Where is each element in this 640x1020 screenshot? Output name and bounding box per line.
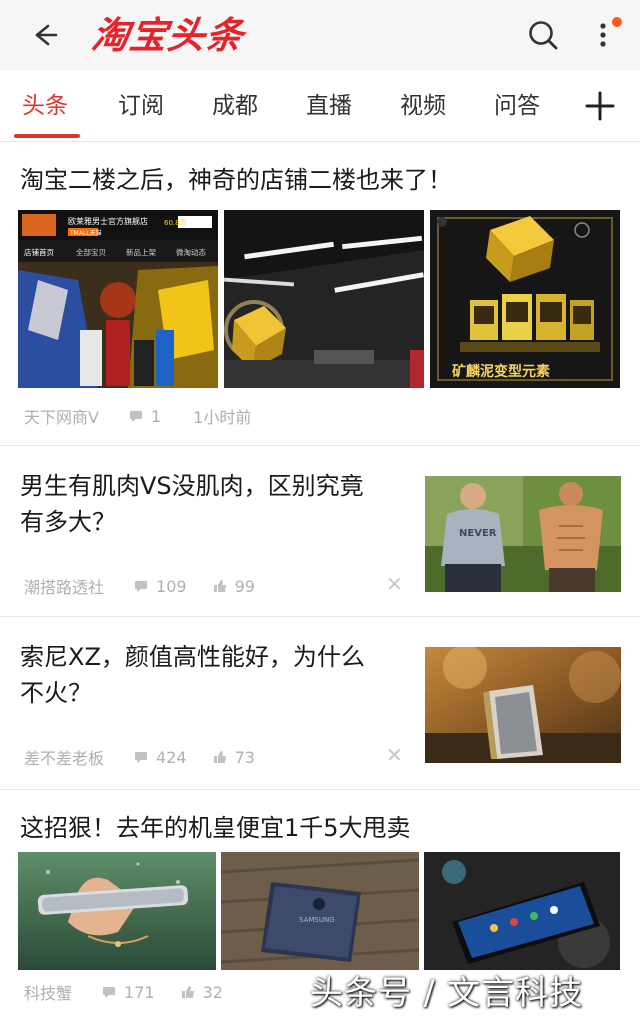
phone-in-hand-image — [18, 852, 216, 970]
comment-count: 171 — [124, 982, 155, 1002]
dismiss-icon[interactable]: ✕ — [386, 572, 403, 596]
like-icon — [213, 580, 226, 592]
article-card[interactable]: 淘宝二楼之后，神奇的店铺二楼也来了！ 欧莱雅男士官方旗舰店 TMALL天猫 60… — [0, 142, 640, 446]
like-count: 32 — [202, 982, 223, 1002]
svg-text:店铺首页: 店铺首页 — [24, 247, 54, 257]
banner-text: 矿麟泥变型元素 — [452, 363, 550, 380]
article-source[interactable]: 潮搭路透社 — [24, 574, 104, 598]
svg-text:全部宝贝: 全部宝贝 — [76, 247, 106, 257]
watermark: 头条号 / 文言科技 — [310, 973, 584, 1012]
comment-count: 109 — [156, 576, 187, 596]
tab-qa[interactable]: 问答 — [494, 90, 540, 122]
tab-live[interactable]: 直播 — [306, 90, 352, 122]
article-thumbnail[interactable] — [224, 210, 424, 388]
tab-chengdu[interactable]: 成都 — [212, 90, 258, 122]
article-thumbnail[interactable] — [424, 852, 620, 970]
store-name: 欧莱雅男士官方旗舰店 — [68, 216, 148, 226]
article-title[interactable]: 淘宝二楼之后，神奇的店铺二楼也来了！ — [20, 162, 452, 198]
article-card[interactable]: 男生有肌肉VS没肌肉，区别究竟 有多大？ NEVER 潮搭路透社 109 99 … — [0, 446, 640, 616]
galaxy-back-image: SAMSUNG — [221, 852, 419, 970]
svg-text:NEVER: NEVER — [459, 528, 497, 539]
article-thumbnail[interactable]: SAMSUNG — [221, 852, 419, 970]
tab-video[interactable]: 视频 — [400, 90, 446, 122]
galaxy-edge-image — [424, 852, 620, 970]
dismiss-icon[interactable]: ✕ — [386, 743, 403, 767]
more-vertical-icon[interactable] — [594, 16, 624, 54]
article-thumbnail[interactable]: 矿麟泥变型元素 — [430, 210, 620, 388]
article-title[interactable]: 男生有肌肉VS没肌肉，区别究竟 有多大？ — [20, 468, 364, 540]
comment-icon — [135, 581, 148, 592]
back-arrow-icon[interactable] — [26, 18, 60, 52]
svg-text:TMALL天猫: TMALL天猫 — [69, 229, 102, 237]
cube-toys-image: 矿麟泥变型元素 — [430, 210, 620, 388]
article-thumbnail[interactable] — [425, 647, 621, 763]
hanging-cube-image — [224, 210, 424, 388]
article-source[interactable]: 差不差老板 — [24, 745, 104, 769]
like-count: 73 — [234, 747, 255, 767]
like-icon — [181, 986, 194, 998]
active-tab-indicator — [14, 134, 80, 138]
comment-count: 424 — [156, 747, 187, 767]
article-thumbnail[interactable]: 欧莱雅男士官方旗舰店 TMALL天猫 60.8万 店铺首页 全部宝贝 新品上架 … — [18, 210, 218, 388]
comment-icon — [103, 987, 116, 998]
tab-subscribe[interactable]: 订阅 — [118, 90, 164, 122]
article-source[interactable]: 天下网商V — [24, 404, 99, 428]
svg-text:60.8万: 60.8万 — [164, 219, 187, 227]
article-meta: 差不差老板 424 73 — [24, 745, 255, 769]
sony-phone-image — [425, 647, 621, 763]
article-meta: 科技蟹 171 32 — [24, 980, 223, 1004]
channel-tabs: 头条 订阅 成都 直播 视频 问答 — [0, 70, 640, 142]
like-count: 99 — [234, 576, 255, 596]
article-meta: 天下网商V 1 1小时前 — [24, 404, 251, 428]
svg-text:微淘动态: 微淘动态 — [176, 247, 206, 257]
store-screenshot-image: 欧莱雅男士官方旗舰店 TMALL天猫 60.8万 店铺首页 全部宝贝 新品上架 … — [18, 210, 218, 388]
svg-text:新品上架: 新品上架 — [126, 247, 156, 257]
article-source[interactable]: 科技蟹 — [24, 980, 72, 1004]
like-icon — [213, 751, 226, 763]
add-channel-icon[interactable] — [584, 90, 616, 122]
search-icon[interactable] — [526, 18, 560, 52]
comment-icon — [129, 411, 142, 422]
article-thumbnail[interactable]: NEVER — [425, 476, 621, 592]
article-title[interactable]: 这招狠！去年的机皇便宜1千5大甩卖 — [20, 810, 411, 846]
comment-icon — [135, 752, 148, 763]
top-bar: 淘宝头条 — [0, 0, 640, 70]
muscle-comparison-image: NEVER — [425, 476, 621, 592]
tab-headlines[interactable]: 头条 — [22, 90, 68, 122]
svg-text:SAMSUNG: SAMSUNG — [299, 916, 335, 924]
app-logo: 淘宝头条 — [88, 13, 248, 57]
article-card[interactable]: 索尼XZ，颜值高性能好，为什么 不火？ 差不差老板 424 73 ✕ — [0, 617, 640, 789]
comment-count: 1 — [150, 406, 162, 426]
publish-time: 1小时前 — [193, 408, 252, 427]
article-thumbnail[interactable] — [18, 852, 216, 970]
article-title[interactable]: 索尼XZ，颜值高性能好，为什么 不火？ — [20, 639, 365, 711]
article-meta: 潮搭路透社 109 99 — [24, 574, 255, 598]
